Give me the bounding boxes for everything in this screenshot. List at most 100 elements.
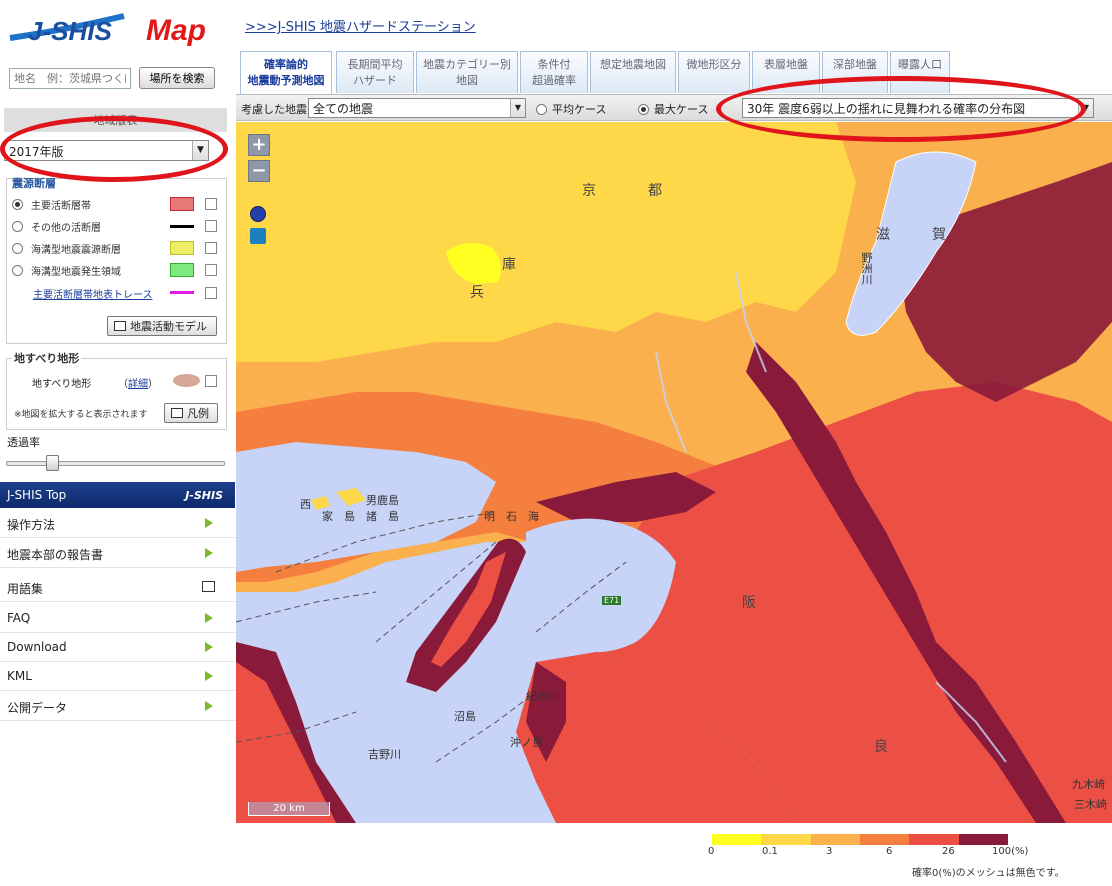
- chevron-down-icon: ▼: [1078, 99, 1093, 117]
- layer-radio[interactable]: [12, 264, 23, 276]
- menu-label: 用語集: [7, 582, 44, 596]
- menu-item-faq[interactable]: FAQ: [0, 604, 235, 633]
- layer-radio[interactable]: [12, 242, 23, 254]
- tab-long-term[interactable]: 長期間平均 ハザード: [336, 51, 414, 93]
- refresh-icon[interactable]: [250, 228, 266, 244]
- map-label: 滋: [876, 227, 890, 243]
- layer-checkbox[interactable]: [205, 220, 217, 232]
- hazard-station-link[interactable]: >>>J-SHIS 地震ハザードステーション: [245, 16, 476, 35]
- tab-line: 地震カテゴリー別: [423, 58, 511, 71]
- layer-checkbox[interactable]: [205, 198, 217, 210]
- jshis-top-header[interactable]: J-SHIS Top J-SHIS: [0, 482, 235, 508]
- hazard-map-canvas: [236, 122, 1112, 823]
- landslide-checkbox[interactable]: [205, 375, 217, 387]
- menu-label: 公開データ: [7, 701, 68, 715]
- tab-scenario[interactable]: 想定地震地図: [590, 51, 676, 93]
- zoom-out-button[interactable]: −: [248, 160, 270, 182]
- tab-conditional[interactable]: 条件付 超過確率: [520, 51, 588, 93]
- jshis-small-logo: J-SHIS: [185, 489, 223, 502]
- map-label: 吉野川: [368, 748, 401, 761]
- place-search-button[interactable]: 場所を検索: [139, 67, 215, 89]
- tab-probabilistic[interactable]: 確率論的 地震動予測地図: [240, 51, 332, 94]
- map-label: 西: [300, 498, 311, 511]
- arrow-icon: [205, 613, 213, 623]
- menu-item-download[interactable]: Download: [0, 633, 235, 662]
- document-icon: [202, 581, 215, 592]
- landslide-detail-link[interactable]: 詳細: [128, 379, 148, 390]
- case-max-option[interactable]: 最大ケース: [638, 101, 708, 117]
- map-label: 都: [648, 183, 662, 199]
- fault-layer-row[interactable]: 海溝型地震震源断層: [12, 240, 121, 256]
- zoom-in-button[interactable]: +: [248, 134, 270, 156]
- fault-layer-row[interactable]: その他の活断層: [12, 218, 101, 234]
- tab-exposed-population[interactable]: 曝露人口: [890, 51, 950, 93]
- fault-layer-row[interactable]: 主要活断層帯: [12, 196, 91, 212]
- menu-item-glossary[interactable]: 用語集: [0, 573, 235, 602]
- route-shield: E71: [602, 596, 622, 605]
- legend-button[interactable]: 凡例: [164, 403, 218, 423]
- menu-label: FAQ: [7, 611, 31, 625]
- tab-landform[interactable]: 微地形区分: [678, 51, 750, 93]
- legend-swatch: [810, 834, 860, 845]
- legend-tick: 0.1: [762, 846, 778, 857]
- layer-checkbox[interactable]: [205, 242, 217, 254]
- chevron-down-icon: ▼: [192, 141, 208, 160]
- tab-line: 曝露人口: [898, 58, 942, 71]
- earthquake-select-value: 全ての地震: [313, 102, 374, 116]
- legend-swatch: [859, 834, 910, 845]
- place-search-input[interactable]: [9, 68, 131, 89]
- menu-item-reports[interactable]: 地震本部の報告書: [0, 539, 235, 568]
- major-fault-swatch: [170, 197, 194, 211]
- opacity-slider-track[interactable]: [6, 461, 225, 466]
- layer-radio[interactable]: [12, 220, 23, 232]
- model-icon: [114, 321, 126, 331]
- jshis-map-page: J-SHIS Map >>>J-SHIS 地震ハザードステーション 場所を検索 …: [0, 0, 1112, 886]
- jshis-logo[interactable]: J-SHIS Map: [6, 8, 231, 48]
- legend-swatch: [761, 834, 811, 845]
- svg-text:Map: Map: [146, 14, 206, 47]
- probability-map-select[interactable]: 30年 震度6弱以上の揺れに見舞われる確率の分布図 ▼: [742, 98, 1094, 118]
- menu-item-howto[interactable]: 操作方法: [0, 509, 235, 538]
- fault-layer-row[interactable]: 海溝型地震発生領域: [12, 262, 121, 278]
- fault-trace-link[interactable]: 主要活断層帯地表トレース: [33, 286, 153, 301]
- tab-line: 地震動予測地図: [247, 74, 325, 87]
- tab-category[interactable]: 地震カテゴリー別 地図: [416, 51, 518, 93]
- opacity-slider-thumb[interactable]: [46, 455, 59, 471]
- menu-item-kml[interactable]: KML: [0, 662, 235, 691]
- tab-deep-ground[interactable]: 深部地盤: [822, 51, 888, 93]
- legend-icon: [171, 408, 183, 418]
- case-average-option[interactable]: 平均ケース: [536, 101, 606, 117]
- layer-radio[interactable]: [12, 198, 23, 210]
- tab-line: 地図: [456, 74, 478, 87]
- layer-checkbox[interactable]: [205, 264, 217, 276]
- menu-item-open-data[interactable]: 公開データ: [0, 692, 235, 721]
- map-label: 男鹿島: [366, 494, 399, 507]
- layer-checkbox[interactable]: [205, 287, 217, 299]
- case-max-radio[interactable]: [638, 103, 649, 115]
- arrow-icon: [205, 701, 213, 711]
- landslide-swatch: [173, 374, 200, 387]
- scale-bar: 20 km: [248, 802, 330, 816]
- seismic-model-label: 地震活動モデル: [130, 320, 207, 333]
- case-average-radio[interactable]: [536, 103, 547, 115]
- landslide-note: ※地図を拡大すると表示されます: [14, 410, 148, 420]
- tab-line: 条件付: [537, 58, 571, 71]
- tab-line: ハザード: [353, 74, 397, 87]
- map-label: 明 石 海: [484, 510, 539, 523]
- arrow-icon: [205, 671, 213, 681]
- map-toolbar: 考慮した地震 全ての地震 ▼ 平均ケース 最大ケース 30年 震度6弱以上の揺れ…: [236, 94, 1112, 121]
- map-label: 三木崎: [1074, 798, 1107, 811]
- map-label: 沼島: [454, 710, 476, 723]
- landslide-detail-wrap: （詳細）: [118, 379, 158, 390]
- version-select[interactable]: 2017年版 ▼: [4, 140, 209, 161]
- globe-icon[interactable]: [250, 206, 266, 222]
- earthquake-label: 考慮した地震: [241, 103, 307, 116]
- earthquake-select[interactable]: 全ての地震 ▼: [308, 98, 526, 118]
- hazard-map[interactable]: 京 都 兵 庫 滋 賀 阪 良 明 石 海 家 島 諸 島 西 男鹿島 沼島 沖…: [236, 122, 1112, 823]
- tab-surface-ground[interactable]: 表層地盤: [752, 51, 820, 93]
- map-label: 庫: [502, 257, 516, 273]
- legend-tick: 6: [886, 846, 893, 857]
- seismic-model-button[interactable]: 地震活動モデル: [107, 316, 217, 336]
- menu-label: KML: [7, 669, 32, 683]
- arrow-icon: [205, 548, 213, 558]
